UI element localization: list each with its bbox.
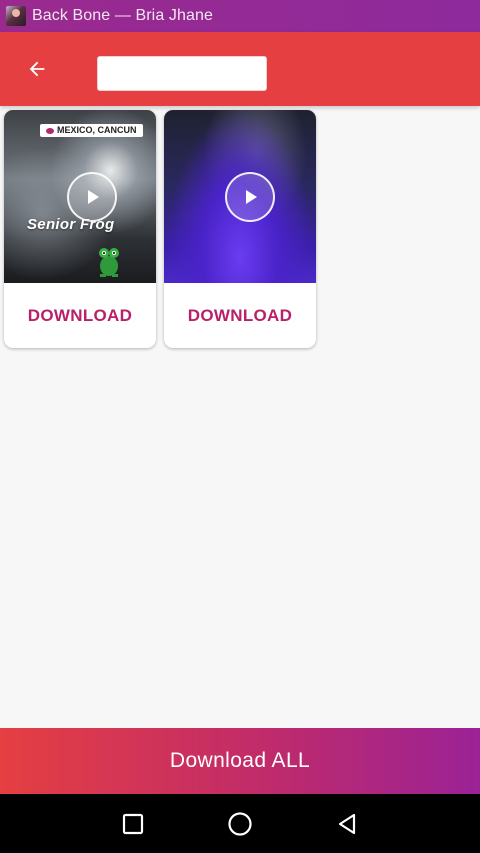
recents-button[interactable] xyxy=(117,808,149,840)
media-card: DOWNLOAD xyxy=(164,110,316,348)
play-button[interactable] xyxy=(225,172,275,222)
location-tag: MEXICO, CANCUN xyxy=(40,124,143,137)
video-thumbnail[interactable]: MEXICO, CANCUN Senior Frog xyxy=(4,110,156,283)
album-art-icon xyxy=(6,6,26,26)
download-button[interactable]: DOWNLOAD xyxy=(164,283,316,348)
now-playing-title: Back Bone — Bria Jhane xyxy=(32,7,213,24)
play-button[interactable] xyxy=(67,172,117,222)
location-tag-label: MEXICO, CANCUN xyxy=(57,125,137,135)
media-card: MEXICO, CANCUN Senior Frog DOWNLOAD xyxy=(4,110,156,348)
frog-sticker-icon xyxy=(99,248,119,277)
location-pin-icon xyxy=(46,127,54,134)
back-nav-button[interactable] xyxy=(331,808,363,840)
download-button[interactable]: DOWNLOAD xyxy=(4,283,156,348)
download-all-button[interactable]: Download ALL xyxy=(0,728,480,794)
back-button[interactable] xyxy=(18,50,56,88)
video-thumbnail[interactable] xyxy=(164,110,316,283)
app-bar xyxy=(0,32,480,106)
recents-square-icon xyxy=(122,813,144,835)
play-icon xyxy=(88,190,99,204)
status-bar: Back Bone — Bria Jhane xyxy=(0,0,480,32)
home-circle-icon xyxy=(228,812,252,836)
arrow-left-icon xyxy=(29,61,45,77)
home-button[interactable] xyxy=(224,808,256,840)
video-overlay-text: Senior Frog xyxy=(27,216,115,233)
search-input[interactable] xyxy=(97,56,267,91)
back-triangle-icon xyxy=(338,813,356,835)
system-nav-bar xyxy=(0,794,480,853)
play-icon xyxy=(246,190,257,204)
